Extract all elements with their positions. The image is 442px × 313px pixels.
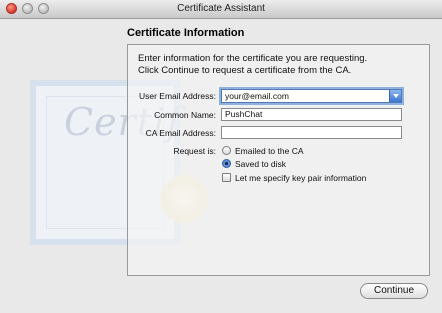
request-is-label: Request is: [173,146,216,156]
key-pair-label: Let me specify key pair information [235,173,367,183]
continue-button[interactable]: Continue [360,283,428,299]
chevron-down-icon[interactable] [389,90,401,102]
key-pair-checkbox[interactable] [222,173,231,182]
user-email-combobox[interactable]: your@email.com [221,89,402,103]
section-title: Certificate Information [127,27,245,39]
certificate-assistant-window: Certificate Assistant Certif Certificate… [0,0,442,313]
emailed-to-ca-label: Emailed to the CA [235,146,304,156]
instructions-line-2: Click Continue to request a certificate … [138,65,352,76]
common-name-label: Common Name: [154,110,216,120]
ca-email-field[interactable] [221,126,402,139]
user-email-label: User Email Address: [139,91,216,101]
saved-to-disk-label: Saved to disk [235,159,287,169]
common-name-field[interactable]: PushChat [221,108,402,121]
instructions-text: Enter information for the certificate yo… [138,53,428,77]
emailed-to-ca-radio[interactable] [222,146,231,155]
ca-email-label: CA Email Address: [145,128,216,138]
saved-to-disk-radio[interactable] [222,159,231,168]
user-email-value: your@email.com [225,91,289,101]
title-bar: Certificate Assistant [0,0,442,19]
window-title: Certificate Assistant [177,3,265,14]
instructions-line-1: Enter information for the certificate yo… [138,53,368,64]
